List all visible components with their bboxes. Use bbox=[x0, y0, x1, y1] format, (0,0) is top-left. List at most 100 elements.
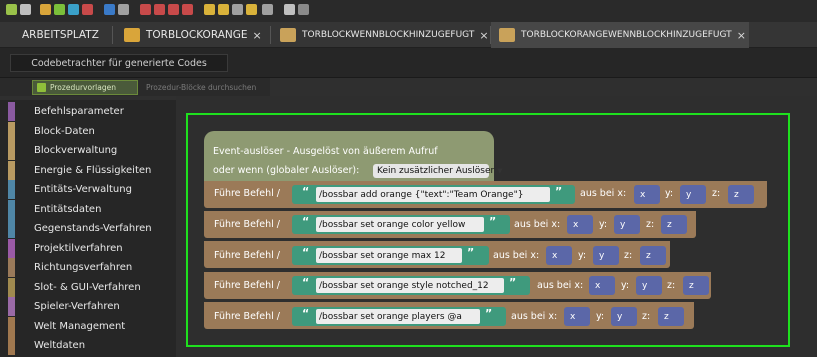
sidebar-item-label: Projektilverfahren bbox=[34, 242, 123, 254]
category-color-swatch bbox=[8, 297, 15, 317]
command-string-field[interactable]: /bossbar set orange style notched_12 bbox=[316, 278, 504, 293]
texture-icon[interactable] bbox=[218, 4, 229, 15]
z-label: z: bbox=[642, 311, 651, 322]
y-value: y bbox=[686, 189, 692, 200]
sidebar-item-block-daten[interactable]: Block-Daten bbox=[0, 121, 176, 142]
position-label: aus bei x: bbox=[511, 311, 558, 322]
block-icon[interactable] bbox=[40, 4, 51, 15]
sound-icon[interactable] bbox=[232, 4, 243, 15]
tab-procedure-templates[interactable]: Prozedurvorlagen bbox=[32, 80, 138, 95]
folder-icon[interactable] bbox=[20, 4, 31, 15]
close-icon[interactable]: × bbox=[253, 29, 262, 42]
sidebar-item-entitaetsdaten[interactable]: Entitätsdaten bbox=[0, 199, 176, 220]
sidebar-item-richtungsverfahren[interactable]: Richtungsverfahren bbox=[0, 258, 176, 278]
z-coordinate-block[interactable]: z bbox=[640, 246, 666, 265]
y-coordinate-block[interactable]: y bbox=[636, 276, 662, 295]
sidebar-item-label: Entitätsdaten bbox=[34, 203, 102, 215]
x-coordinate-block[interactable]: x bbox=[589, 276, 615, 295]
debug-icon[interactable] bbox=[168, 4, 179, 15]
z-coordinate-block[interactable]: z bbox=[661, 215, 687, 234]
structure-icon[interactable] bbox=[246, 4, 257, 15]
settings-icon[interactable] bbox=[262, 4, 273, 15]
sidebar-item-label: Richtungsverfahren bbox=[34, 262, 133, 274]
test-icon[interactable] bbox=[182, 4, 193, 15]
entity-icon[interactable] bbox=[82, 4, 93, 15]
procedure-icon bbox=[499, 28, 515, 42]
trigger-dropdown[interactable]: Kein zusätzlicher Auslöser ▼ bbox=[373, 164, 503, 178]
sidebar-item-label: Befehlsparameter bbox=[34, 106, 124, 118]
y-coordinate-block[interactable]: y bbox=[593, 246, 619, 265]
tab-search-blocks[interactable]: Prozedur-Blöcke durchsuchen bbox=[142, 80, 267, 95]
icon-toolbar bbox=[0, 0, 817, 22]
sidebar-item-welt-management[interactable]: Welt Management bbox=[0, 316, 176, 337]
z-coordinate-block[interactable]: z bbox=[658, 307, 684, 326]
tab-label: TORBLOCKORANGE bbox=[146, 29, 248, 41]
sidebar-item-spieler-verfahren[interactable]: Spieler-Verfahren bbox=[0, 297, 176, 317]
x-value: x bbox=[552, 250, 558, 261]
category-color-swatch bbox=[8, 102, 15, 122]
x-value: x bbox=[595, 280, 601, 291]
event-trigger-title: Event-auslöser - Ausgelöst von äußerem A… bbox=[213, 146, 438, 157]
sidebar-item-befehlsparameter[interactable]: Befehlsparameter bbox=[0, 102, 176, 122]
close-quote: ” bbox=[509, 276, 517, 289]
close-quote: ” bbox=[485, 307, 493, 320]
x-coordinate-block[interactable]: x bbox=[564, 307, 590, 326]
command-string-field[interactable]: /bossbar set orange max 12 bbox=[316, 248, 462, 263]
open-quote: “ bbox=[302, 185, 310, 198]
sidebar-item-weltdaten[interactable]: Weltdaten bbox=[0, 336, 176, 356]
z-value: z bbox=[667, 219, 672, 230]
z-coordinate-block[interactable]: z bbox=[728, 185, 754, 204]
grid-icon[interactable] bbox=[284, 4, 295, 15]
y-value: y bbox=[642, 280, 648, 291]
category-color-swatch bbox=[8, 238, 15, 258]
y-label: y: bbox=[578, 250, 587, 261]
item-icon[interactable] bbox=[54, 4, 65, 15]
open-quote: “ bbox=[302, 215, 310, 228]
open-quote: “ bbox=[302, 307, 310, 320]
z-value: z bbox=[664, 311, 669, 322]
sidebar-item-projektilverfahren[interactable]: Projektilverfahren bbox=[0, 238, 176, 259]
sidebar-item-label: Spieler-Verfahren bbox=[34, 301, 120, 313]
y-coordinate-block[interactable]: y bbox=[614, 215, 640, 234]
export-icon[interactable] bbox=[118, 4, 129, 15]
sidebar-item-slot-gui-verfahren[interactable]: Slot- & GUI-Verfahren bbox=[0, 277, 176, 298]
sidebar-item-energie[interactable]: Energie & Flüssigkeiten bbox=[0, 160, 176, 181]
y-coordinate-block[interactable]: y bbox=[680, 185, 706, 204]
command-string-field[interactable]: /bossbar add orange {"text":"Team Orange… bbox=[316, 187, 550, 202]
run-icon[interactable] bbox=[154, 4, 165, 15]
y-label: y: bbox=[621, 280, 630, 291]
tab-torblockorange[interactable]: TORBLOCKORANGE × bbox=[116, 22, 270, 48]
tab-torblockwennblockhinzugefugt[interactable]: TORBLOCKWENNBLOCKHINZUGEFUGT × bbox=[272, 22, 490, 48]
y-label: y: bbox=[596, 311, 605, 322]
palette-tab-bar: Prozedurvorlagen Prozedur-Blöcke durchsu… bbox=[0, 78, 270, 96]
tab-label: TORBLOCKORANGEWENNBLOCKHINZUGEFUGT bbox=[521, 30, 732, 40]
tool-icon[interactable] bbox=[68, 4, 79, 15]
tab-workspace[interactable]: ARBEITSPLATZ bbox=[14, 22, 112, 48]
y-value: y bbox=[599, 250, 605, 261]
z-label: z: bbox=[667, 280, 676, 291]
workspace-icon[interactable] bbox=[6, 4, 17, 15]
tab-divider bbox=[270, 26, 271, 44]
y-coordinate-block[interactable]: y bbox=[611, 307, 637, 326]
event-trigger-condition-label: oder wenn (globaler Auslöser): bbox=[213, 165, 360, 176]
help-icon[interactable] bbox=[298, 4, 309, 15]
build-icon[interactable] bbox=[140, 4, 151, 15]
z-coordinate-block[interactable]: z bbox=[683, 276, 709, 295]
sidebar-item-blockverwaltung[interactable]: Blockverwaltung bbox=[0, 141, 176, 161]
x-coordinate-block[interactable]: x bbox=[567, 215, 593, 234]
sidebar-item-label: Weltdaten bbox=[34, 340, 86, 352]
code-viewer-button[interactable]: Codebetrachter für generierte Codes bbox=[10, 54, 228, 72]
command-string-field[interactable]: /bossbar set orange color yellow bbox=[316, 217, 484, 232]
close-icon[interactable]: × bbox=[737, 29, 746, 42]
sidebar-item-gegenstands-verfahren[interactable]: Gegenstands-Verfahren bbox=[0, 219, 176, 239]
close-icon[interactable]: × bbox=[479, 29, 488, 42]
close-quote: ” bbox=[555, 185, 563, 198]
tab-torblockorangewennblockhinzugefugt[interactable]: TORBLOCKORANGEWENNBLOCKHINZUGEFUGT × bbox=[491, 22, 749, 48]
category-color-swatch bbox=[8, 316, 15, 336]
recipe-icon[interactable] bbox=[204, 4, 215, 15]
save-icon[interactable] bbox=[104, 4, 115, 15]
x-coordinate-block[interactable]: x bbox=[634, 185, 660, 204]
sidebar-item-entitaets-verwaltung[interactable]: Entitäts-Verwaltung bbox=[0, 180, 176, 200]
command-string-field[interactable]: /bossbar set orange players @a bbox=[316, 309, 480, 324]
x-coordinate-block[interactable]: x bbox=[546, 246, 572, 265]
